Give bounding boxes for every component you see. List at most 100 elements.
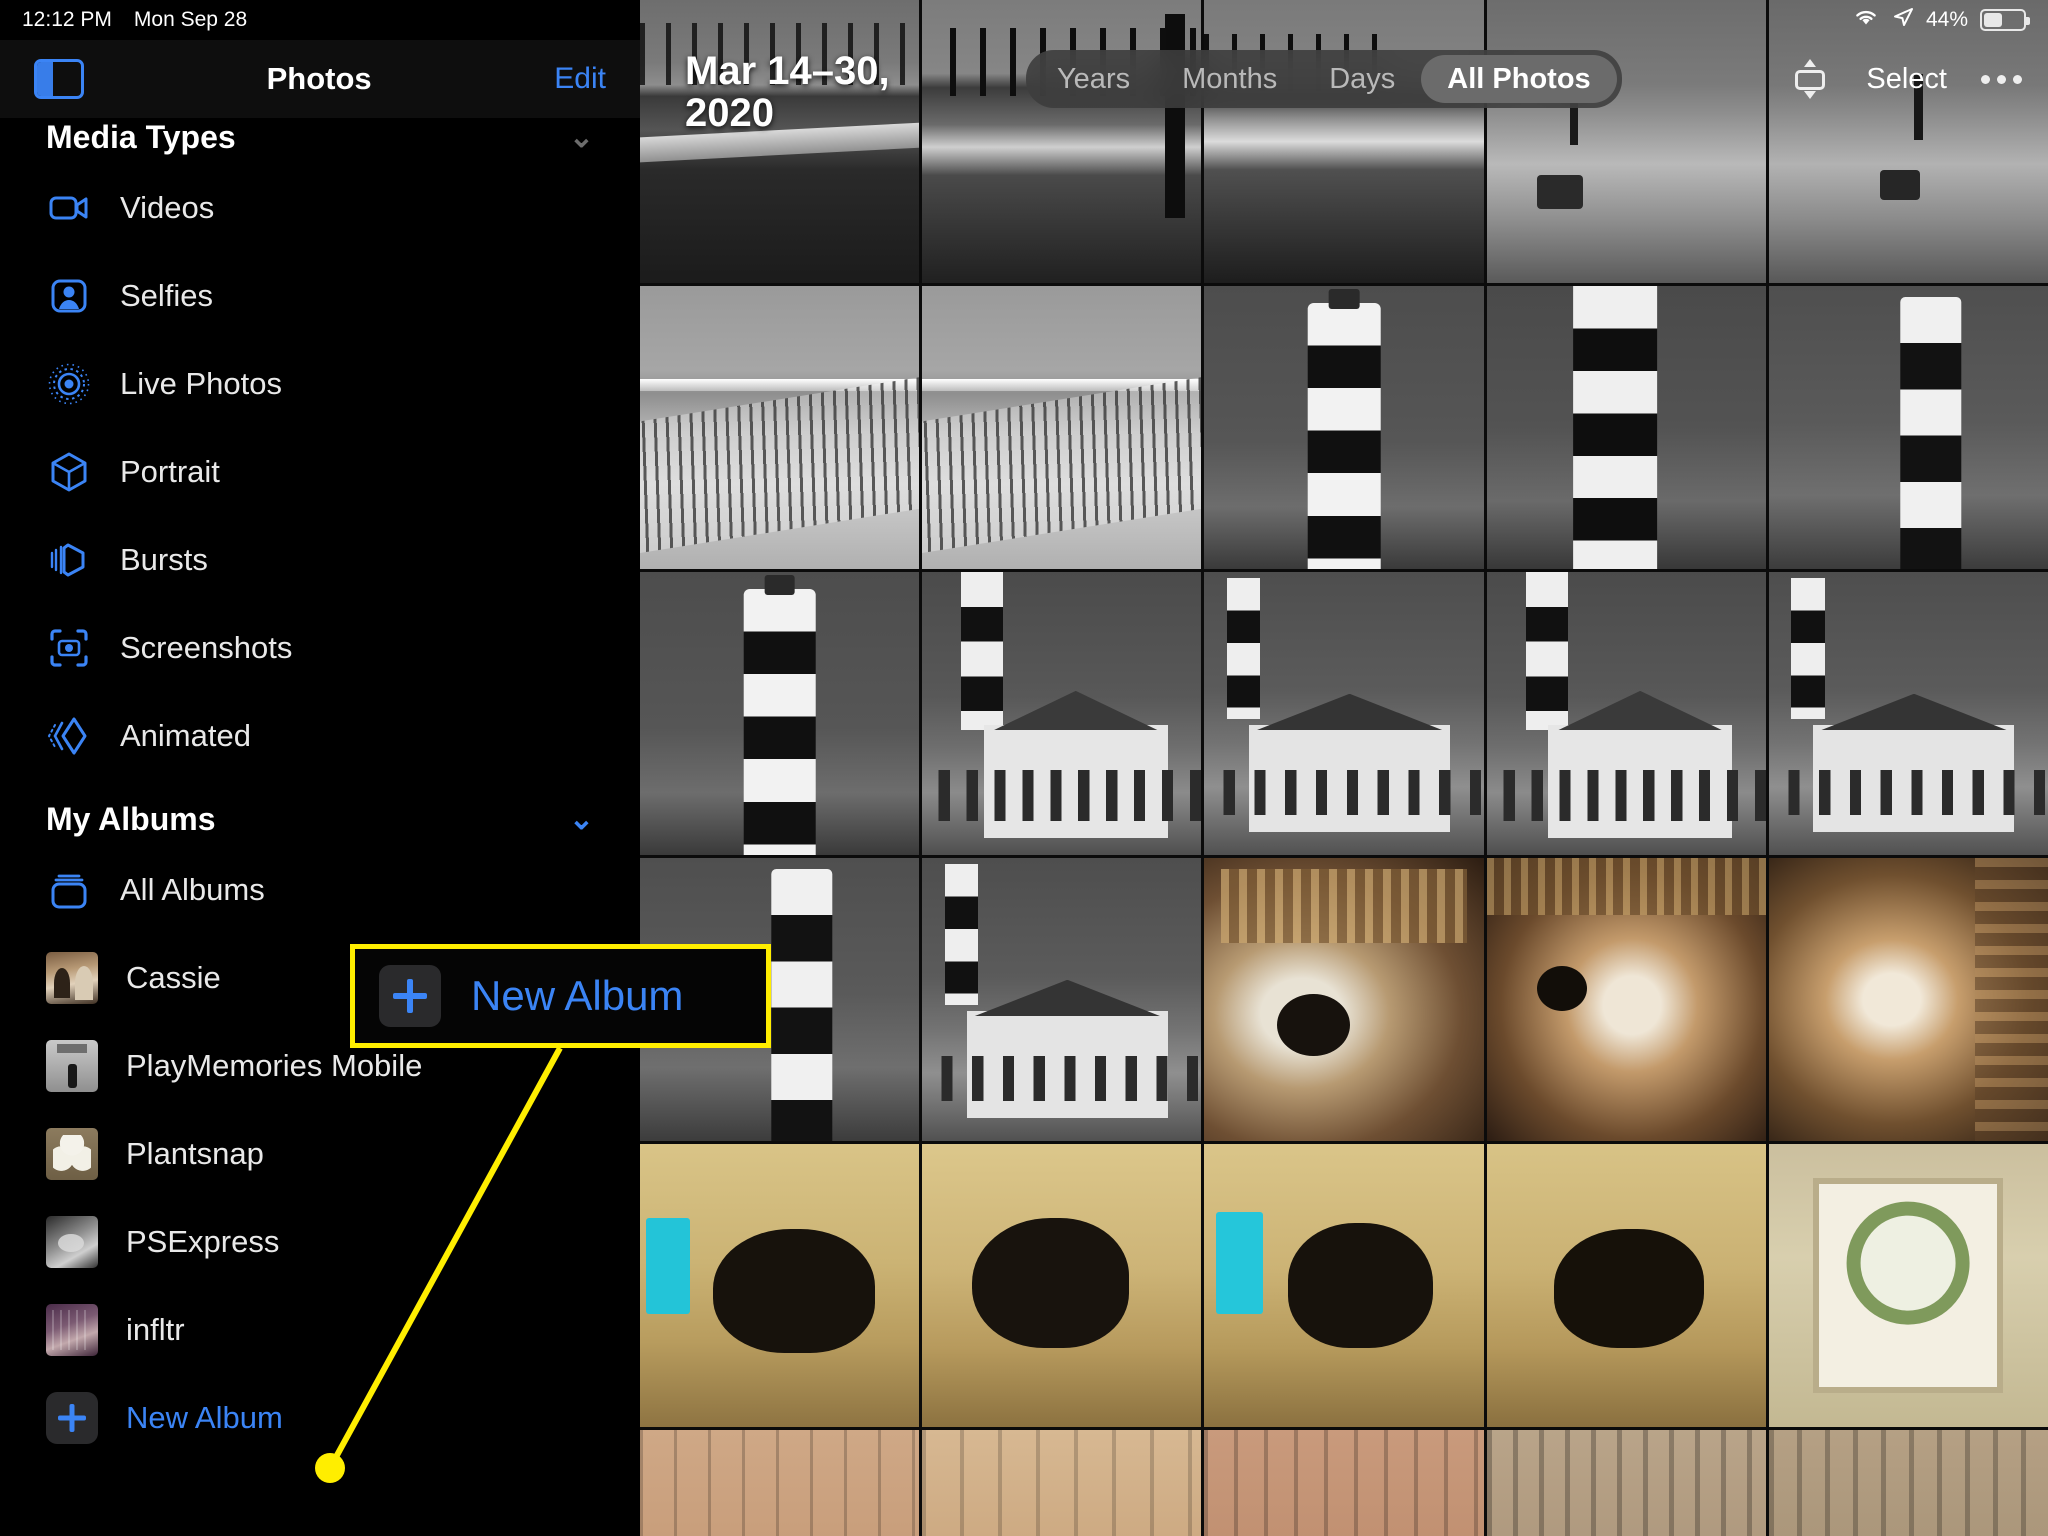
edit-button[interactable]: Edit	[554, 62, 606, 96]
status-bar: 12:12 PM Mon Sep 28 44%	[0, 0, 2048, 40]
photo-thumbnail[interactable]	[1204, 858, 1484, 1141]
photo-detail	[1307, 302, 1381, 569]
sidebar-item-animated[interactable]: Animated	[0, 692, 640, 780]
live-photo-icon	[46, 361, 92, 407]
sidebar-item-label: Selfies	[120, 278, 214, 313]
plus-icon	[379, 965, 441, 1027]
photo-detail	[1846, 1201, 1970, 1325]
photo-detail	[973, 979, 1162, 1017]
photo-thumbnail[interactable]	[1204, 1430, 1484, 1536]
photo-thumbnail[interactable]	[640, 1144, 920, 1427]
photo-thumbnail[interactable]	[1204, 572, 1484, 855]
animated-diamond-icon	[46, 713, 92, 759]
section-title-media-types: Media Types	[46, 118, 236, 155]
photo-thumbnail[interactable]	[1486, 858, 1766, 1141]
sidebar-scroll[interactable]: Media Types ⌄ Videos Selfies Live Photos…	[0, 118, 640, 1536]
photo-detail	[771, 869, 833, 1141]
battery-icon	[1980, 9, 2030, 31]
tab-months[interactable]: Months	[1156, 55, 1303, 103]
photo-thumbnail[interactable]	[922, 858, 1202, 1141]
photo-grid-area	[640, 0, 2048, 1536]
screenshot-camera-icon	[46, 625, 92, 671]
sidebar-item-new-album[interactable]: New Album	[0, 1374, 640, 1462]
video-camera-icon	[46, 185, 92, 231]
photo-thumbnail[interactable]	[1768, 858, 2048, 1141]
photo-thumbnail[interactable]	[922, 1144, 1202, 1427]
select-button[interactable]: Select	[1866, 63, 1947, 96]
photo-thumbnail[interactable]	[640, 1430, 920, 1536]
chevron-down-icon[interactable]: ⌄	[569, 802, 594, 837]
sidebar-item-selfies[interactable]: Selfies	[0, 252, 640, 340]
status-time: 12:12 PM	[22, 8, 112, 31]
photo-thumbnail[interactable]	[640, 572, 920, 855]
photo-grid[interactable]	[640, 0, 2048, 1536]
sidebar-item-label: PlayMemories Mobile	[126, 1048, 423, 1083]
photo-detail	[1226, 577, 1261, 720]
sidebar-item-psexpress[interactable]: PSExpress	[0, 1198, 640, 1286]
photo-thumbnail[interactable]	[1486, 1144, 1766, 1427]
sidebar-header: Photos Edit	[0, 40, 640, 118]
sidebar-item-bursts[interactable]: Bursts	[0, 516, 640, 604]
photo-detail	[972, 1217, 1129, 1348]
tab-days[interactable]: Days	[1303, 55, 1421, 103]
photo-detail	[1900, 297, 1962, 569]
ellipsis-icon[interactable]	[1981, 74, 2022, 84]
album-thumbnail	[46, 1040, 98, 1092]
photo-thumbnail[interactable]	[1486, 572, 1766, 855]
sidebar-item-all-albums[interactable]: All Albums	[0, 846, 640, 934]
sidebar-item-infltr[interactable]: infltr	[0, 1286, 640, 1374]
sidebar-item-videos[interactable]: Videos	[0, 164, 640, 252]
sidebar-item-label: infltr	[126, 1312, 185, 1347]
sidebar-item-label: Portrait	[120, 454, 220, 489]
section-header-media-types[interactable]: Media Types ⌄	[0, 110, 640, 164]
photo-thumbnail[interactable]	[1486, 286, 1766, 569]
status-date: Mon Sep 28	[133, 8, 248, 31]
photos-app-window: Years Months Days All Photos Select Mar …	[0, 0, 2048, 1536]
photo-detail	[944, 863, 979, 1006]
sidebar: Photos Edit Media Types ⌄ Videos Selfies	[0, 0, 640, 1536]
chevron-down-icon[interactable]: ⌄	[569, 120, 594, 155]
sidebar-item-label: Cassie	[126, 960, 221, 995]
album-thumbnail	[46, 1304, 98, 1356]
sidebar-item-label: PSExpress	[126, 1224, 280, 1259]
album-thumbnail	[46, 1216, 98, 1268]
burst-stack-icon	[46, 537, 92, 583]
wifi-icon	[1852, 6, 1880, 34]
view-mode-segmented-control[interactable]: Years Months Days All Photos	[1026, 50, 1622, 108]
sidebar-item-live-photos[interactable]: Live Photos	[0, 340, 640, 428]
sidebar-item-plantsnap[interactable]: Plantsnap	[0, 1110, 640, 1198]
photo-detail	[712, 1228, 875, 1354]
sidebar-item-screenshots[interactable]: Screenshots	[0, 604, 640, 692]
photo-detail	[961, 572, 1004, 731]
album-thumbnail	[46, 952, 98, 1004]
sidebar-item-label: Plantsnap	[126, 1136, 264, 1171]
photo-thumbnail[interactable]	[1486, 1430, 1766, 1536]
sidebar-item-label: Screenshots	[120, 630, 293, 665]
photo-thumbnail[interactable]	[922, 572, 1202, 855]
section-header-my-albums[interactable]: My Albums ⌄	[0, 792, 640, 846]
photo-detail	[764, 574, 795, 595]
photo-thumbnail[interactable]	[1768, 572, 2048, 855]
sidebar-item-portrait[interactable]: Portrait	[0, 428, 640, 516]
photo-thumbnail[interactable]	[1768, 1144, 2048, 1427]
photo-thumbnail[interactable]	[1204, 1144, 1484, 1427]
photo-thumbnail[interactable]	[922, 1430, 1202, 1536]
photo-thumbnail[interactable]	[922, 286, 1202, 569]
photo-detail	[1820, 693, 2008, 731]
tab-years[interactable]: Years	[1031, 55, 1156, 103]
person-portrait-icon	[46, 273, 92, 319]
photo-detail	[1255, 693, 1444, 731]
photo-thumbnail[interactable]	[640, 286, 920, 569]
photo-thumbnail[interactable]	[1204, 286, 1484, 569]
zoom-aspect-icon[interactable]	[1788, 57, 1832, 101]
photo-thumbnail[interactable]	[1768, 286, 2048, 569]
photo-detail	[1215, 1211, 1263, 1314]
annotation-callout-label: New Album	[471, 972, 684, 1019]
photo-thumbnail[interactable]	[1768, 1430, 2048, 1536]
sidebar-item-label: Live Photos	[120, 366, 282, 401]
sidebar-toggle-icon[interactable]	[34, 59, 84, 99]
tab-all-photos[interactable]: All Photos	[1421, 55, 1617, 103]
location-arrow-icon	[1892, 6, 1914, 34]
photo-detail	[1486, 770, 1766, 822]
photo-detail	[922, 1056, 1202, 1102]
